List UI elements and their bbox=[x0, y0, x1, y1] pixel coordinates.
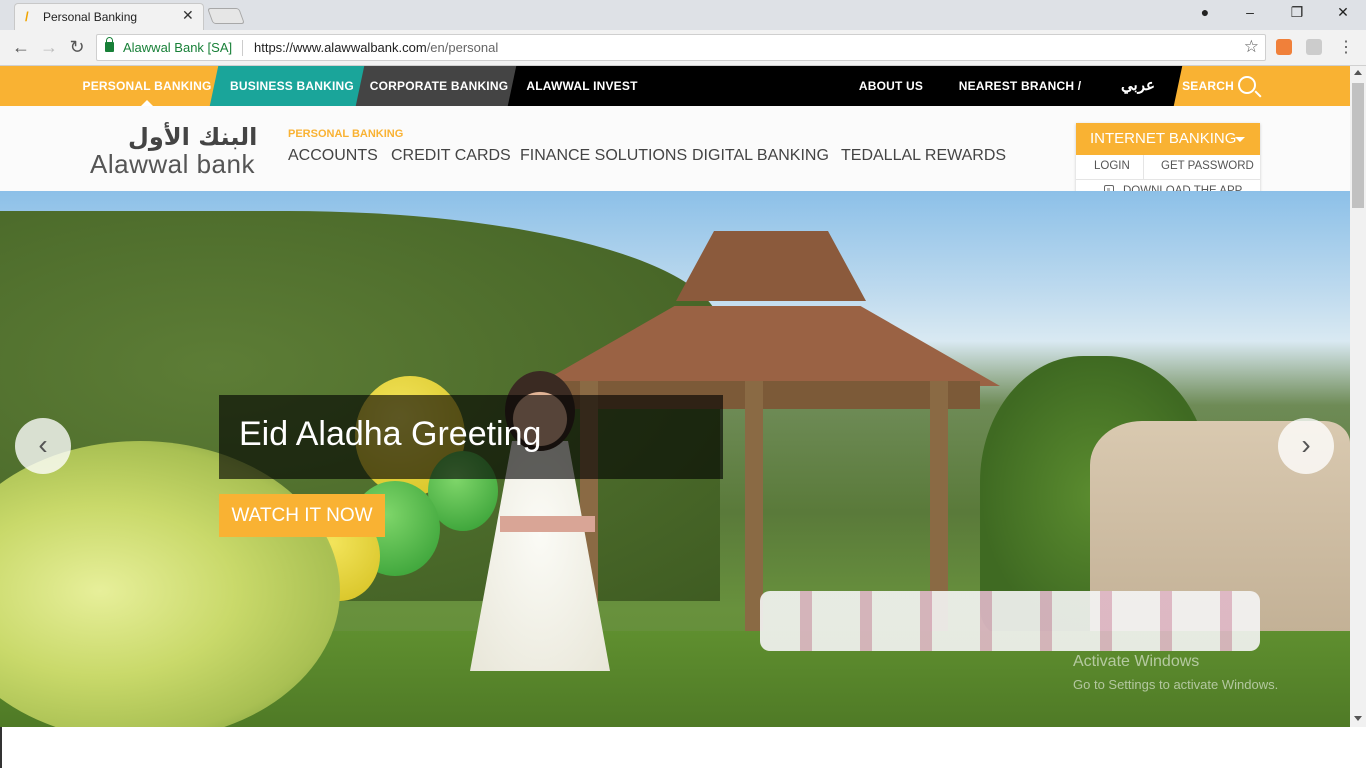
page-scrollbar[interactable] bbox=[1350, 66, 1366, 727]
hero-banner: Eid Aladha Greeting WATCH IT NOW ‹ › Act… bbox=[0, 191, 1350, 727]
extension-gear-icon[interactable] bbox=[1306, 39, 1322, 55]
restore-icon[interactable]: ❐ bbox=[1287, 4, 1307, 21]
gazebo-top-roof bbox=[676, 231, 866, 301]
watch-it-now-button[interactable]: WATCH IT NOW bbox=[219, 494, 385, 537]
window-close-icon[interactable]: ✕ bbox=[1333, 4, 1353, 21]
caret-down-icon bbox=[1235, 137, 1245, 142]
scroll-thumb[interactable] bbox=[1352, 83, 1364, 208]
site-favicon-icon: / bbox=[25, 9, 29, 24]
tab-alawwal-invest[interactable]: ALAWWAL INVEST bbox=[526, 66, 638, 106]
login-link[interactable]: LOGIN bbox=[1094, 160, 1130, 172]
extension-fox-icon[interactable] bbox=[1276, 39, 1292, 55]
search-icon[interactable] bbox=[1238, 76, 1256, 94]
browser-toolbar: ← → ↻ Alawwal Bank [SA] https://www.alaw… bbox=[0, 30, 1366, 66]
nav-tedallal-rewards[interactable]: TEDALLAL REWARDS bbox=[841, 147, 1006, 165]
scroll-down-icon[interactable] bbox=[1354, 716, 1362, 721]
search-link[interactable]: SEARCH bbox=[1180, 66, 1236, 106]
secure-site-label: Alawwal Bank [SA] bbox=[123, 40, 233, 55]
nav-digital-banking[interactable]: DIGITAL BANKING bbox=[692, 147, 829, 165]
page-below-fold bbox=[0, 727, 1366, 768]
carousel-prev-icon[interactable]: ‹ bbox=[15, 418, 71, 474]
tab-close-icon[interactable]: ✕ bbox=[182, 7, 194, 24]
nav-accounts[interactable]: ACCOUNTS bbox=[288, 147, 378, 165]
address-divider bbox=[242, 40, 243, 56]
tab-personal-banking[interactable]: PERSONAL BANKING bbox=[76, 66, 218, 106]
panel-divider bbox=[1076, 179, 1260, 180]
panel-divider-vertical bbox=[1143, 155, 1144, 179]
internet-banking-button[interactable]: INTERNET BANKING bbox=[1076, 123, 1260, 155]
reload-icon[interactable]: ↻ bbox=[67, 37, 87, 58]
lock-icon bbox=[105, 37, 114, 52]
get-password-link[interactable]: GET PASSWORD bbox=[1161, 160, 1254, 172]
nav-section-label: PERSONAL BANKING bbox=[288, 128, 404, 140]
back-icon[interactable]: ← bbox=[11, 37, 31, 58]
carousel-next-icon[interactable]: › bbox=[1278, 418, 1334, 474]
arabic-language-link[interactable]: عربي bbox=[1114, 66, 1162, 106]
activate-windows-subtitle: Go to Settings to activate Windows. bbox=[1073, 677, 1279, 692]
flower-pots-image bbox=[760, 591, 1260, 651]
girl-sash-image bbox=[500, 516, 595, 532]
browser-menu-icon[interactable]: ⋮ bbox=[1336, 37, 1356, 57]
scroll-up-icon[interactable] bbox=[1354, 70, 1362, 75]
tab-business-banking[interactable]: BUSINESS BANKING bbox=[222, 66, 362, 106]
logo-english[interactable]: Alawwal bank bbox=[90, 149, 255, 180]
internet-banking-label: INTERNET BANKING bbox=[1090, 130, 1237, 147]
nav-credit-cards[interactable]: CREDIT CARDS bbox=[391, 147, 511, 165]
activate-windows-title: Activate Windows bbox=[1073, 653, 1200, 670]
minimize-icon[interactable]: – bbox=[1240, 4, 1260, 20]
nearest-branch-link[interactable]: NEAREST BRANCH / ATM bbox=[946, 66, 1094, 106]
url-host: https://www.alawwalbank.com bbox=[254, 40, 427, 55]
bookmark-star-icon[interactable]: ☆ bbox=[1244, 37, 1259, 57]
about-us-link[interactable]: ABOUT US bbox=[855, 66, 927, 106]
logo-arabic[interactable]: البنك الأول bbox=[128, 123, 257, 151]
browser-tab-strip: / Personal Banking ✕ ● – ❐ ✕ bbox=[0, 0, 1366, 30]
nav-finance-solutions[interactable]: FINANCE SOLUTIONS bbox=[520, 147, 687, 165]
url-path: /en/personal bbox=[426, 40, 499, 55]
profile-icon[interactable]: ● bbox=[1195, 4, 1215, 20]
site-top-bar: PERSONAL BANKING BUSINESS BANKING CORPOR… bbox=[0, 66, 1350, 106]
tab-title: Personal Banking bbox=[43, 10, 138, 24]
url-text[interactable]: https://www.alawwalbank.com/en/personal bbox=[254, 40, 498, 55]
tab-corporate-banking[interactable]: CORPORATE BANKING bbox=[366, 66, 512, 106]
hero-caption: Eid Aladha Greeting bbox=[239, 415, 542, 453]
browser-tab[interactable]: / Personal Banking ✕ bbox=[14, 3, 204, 30]
forward-icon[interactable]: → bbox=[39, 37, 59, 58]
gazebo-post bbox=[745, 381, 763, 631]
new-tab-button[interactable] bbox=[207, 8, 245, 24]
address-bar[interactable]: Alawwal Bank [SA] https://www.alawwalban… bbox=[96, 34, 1266, 61]
